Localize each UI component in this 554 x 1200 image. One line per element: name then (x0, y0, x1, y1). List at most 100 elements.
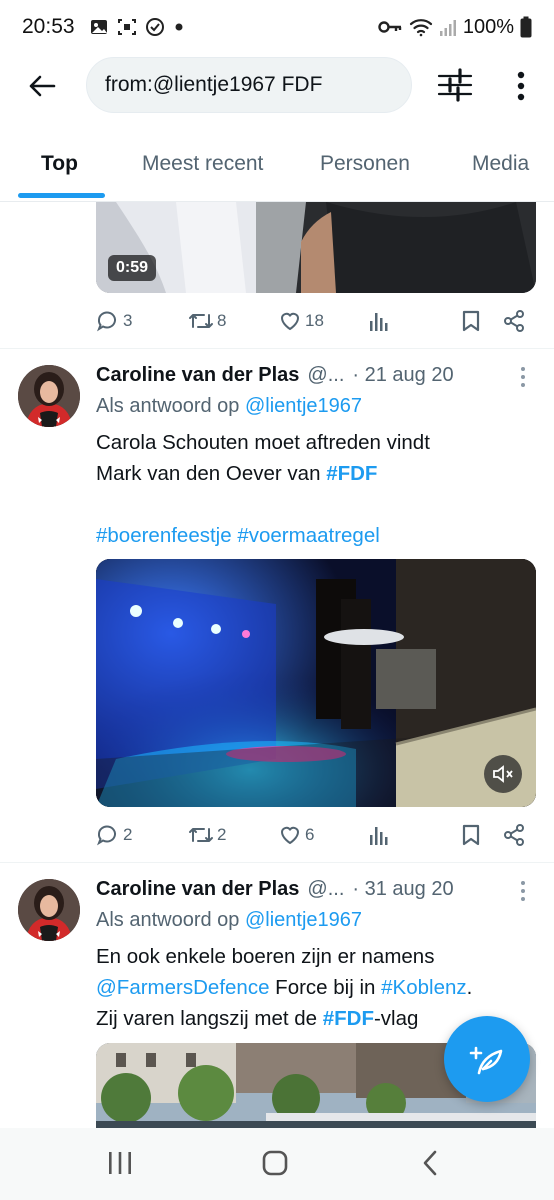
compose-tweet-button[interactable] (444, 1016, 530, 1102)
key-icon (377, 18, 403, 36)
tweet-text-span: Mark van den Oever van (96, 462, 321, 485)
back-button[interactable] (22, 66, 62, 106)
more-options-button[interactable] (506, 66, 536, 106)
bookmark-button[interactable] (460, 821, 482, 849)
reply-to-link[interactable]: @lientje1967 (245, 395, 362, 417)
signal-icon (439, 17, 457, 37)
mention-link[interactable]: @FarmersDefence (96, 976, 269, 999)
tweet-text-line: Carola Schouten moet aftreden vindt (96, 431, 430, 454)
search-header: from:@lientje1967 FDF (0, 54, 554, 116)
hashtag-link[interactable]: #voermaatregel (237, 524, 379, 547)
battery-percent: 100% (462, 15, 514, 38)
recent-apps-icon (109, 1152, 131, 1174)
status-bar: 20:53 100% (0, 0, 554, 54)
tweet[interactable]: Caroline van der Plas @... · 21 aug 20 A… (0, 349, 554, 861)
tweet-text-span: Zij varen langszij met de (96, 1007, 323, 1030)
video-player[interactable]: 0:59 (96, 202, 536, 293)
more-vertical-icon (521, 367, 525, 387)
tweet-more-button[interactable] (516, 879, 530, 903)
search-input[interactable]: from:@lientje1967 FDF (86, 57, 412, 113)
filter-button[interactable] (436, 68, 474, 102)
like-count: 6 (305, 825, 315, 844)
tweet-text-line: En ook enkele boeren zijn er namens (96, 945, 435, 968)
hashtag-link[interactable]: #Koblenz (381, 976, 466, 999)
chevron-left-icon (423, 1150, 437, 1176)
tweet-date: · 31 aug 20 (352, 877, 454, 900)
heart-icon (280, 312, 300, 331)
tweet-header: Caroline van der Plas @... · 31 aug 20 (96, 875, 454, 903)
reply-count: 2 (123, 825, 133, 844)
avatar[interactable] (18, 365, 80, 427)
views-button[interactable] (368, 821, 390, 849)
tab-meest-recent[interactable]: Meest recent (142, 152, 263, 176)
reply-count: 3 (123, 311, 133, 330)
reply-icon (97, 311, 116, 332)
home-icon (262, 1150, 288, 1176)
tweet-text: Carola Schouten moet aftreden vindt Mark… (96, 427, 532, 551)
tweet-text-span: -vlag (373, 1007, 419, 1030)
bar-chart-icon (370, 313, 388, 331)
tweet-header: Caroline van der Plas @... · 21 aug 20 (96, 361, 454, 389)
feather-plus-icon (469, 1046, 503, 1075)
wifi-icon (409, 17, 433, 37)
reply-button[interactable]: 3 (96, 307, 132, 335)
search-tabs: Top Meest recent Personen Media (0, 130, 554, 202)
author-name[interactable]: Caroline van der Plas (96, 364, 299, 387)
video-player[interactable] (96, 559, 536, 807)
like-count: 18 (305, 311, 324, 330)
reply-context: Als antwoord op @lientje1967 (96, 395, 362, 418)
author-handle: @... (307, 877, 345, 900)
gallery-icon (89, 17, 109, 37)
recent-apps-button[interactable] (100, 1146, 140, 1180)
like-button[interactable]: 6 (278, 821, 314, 849)
tab-personen[interactable]: Personen (320, 152, 410, 176)
tweet-text-span: Force bij in (269, 976, 382, 999)
share-icon (504, 824, 524, 846)
retweet-count: 2 (217, 825, 227, 844)
tab-media[interactable]: Media (472, 152, 529, 176)
reply-prefix: Als antwoord op (96, 395, 240, 417)
sliders-icon (437, 68, 473, 102)
avatar-image (18, 879, 80, 941)
bookmark-button[interactable] (460, 307, 482, 335)
retweet-button[interactable]: 2 (188, 821, 226, 849)
reply-button[interactable]: 2 (96, 821, 132, 849)
author-handle: @... (307, 363, 345, 386)
retweet-button[interactable]: 8 (188, 307, 226, 335)
tweet-more-button[interactable] (516, 365, 530, 389)
video-duration: 0:59 (108, 255, 157, 281)
battery-icon (520, 16, 532, 38)
dot-icon (173, 21, 185, 33)
tweet-actions: 3 8 18 (96, 307, 536, 335)
share-button[interactable] (502, 307, 526, 335)
hashtag-link[interactable]: #boerenfeestje (96, 524, 232, 547)
video-thumbnail (96, 202, 536, 293)
hashtag-link[interactable]: #FDF (323, 1007, 374, 1030)
reply-to-link[interactable]: @lientje1967 (245, 909, 362, 931)
active-tab-indicator (18, 193, 105, 198)
avatar[interactable] (18, 879, 80, 941)
tab-top[interactable]: Top (41, 152, 78, 176)
system-nav-bar (0, 1128, 554, 1200)
like-button[interactable]: 18 (278, 307, 324, 335)
tweet-text-line: @FarmersDefence Force bij in #Koblenz. (96, 972, 536, 1003)
author-name[interactable]: Caroline van der Plas (96, 878, 299, 901)
back-nav-button[interactable] (410, 1146, 450, 1180)
views-button[interactable] (368, 307, 390, 335)
more-vertical-icon (521, 881, 525, 901)
home-button[interactable] (255, 1146, 295, 1180)
reply-icon (97, 825, 116, 846)
reply-context: Als antwoord op @lientje1967 (96, 909, 362, 932)
share-button[interactable] (502, 821, 526, 849)
mute-button[interactable] (484, 755, 522, 793)
retweet-count: 8 (217, 311, 227, 330)
tweet-text-span: . (466, 976, 473, 999)
check-circle-icon (145, 17, 165, 37)
tweet-text-spacer (96, 489, 532, 520)
tweet-text-line: #boerenfeestje #voermaatregel (96, 520, 532, 551)
share-icon (504, 310, 524, 332)
hashtag-link[interactable]: #FDF (326, 462, 377, 485)
video-thumbnail (96, 559, 536, 807)
search-query: from:@lientje1967 FDF (105, 73, 323, 96)
more-vertical-icon (517, 71, 525, 101)
